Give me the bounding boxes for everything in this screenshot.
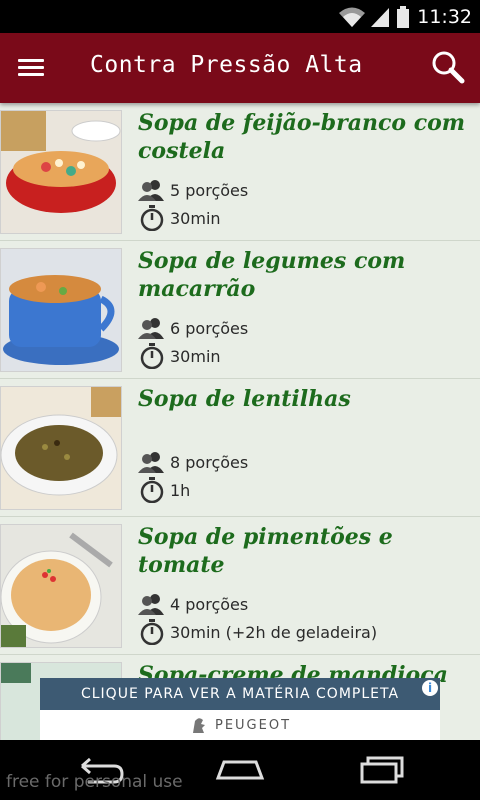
ad-info-icon[interactable]: i	[422, 680, 438, 696]
menu-icon-line	[18, 66, 44, 69]
status-bar: 11:32	[0, 0, 480, 33]
recipe-time: 30min (+2h de geladeira)	[138, 619, 377, 645]
recipe-item[interactable]: Sopa de lentilhas 8 porções 1h	[0, 379, 480, 517]
menu-icon-line	[18, 59, 44, 62]
ad-brand-text: PEUGEOT	[214, 717, 292, 733]
recipe-item[interactable]: Sopa de legumes com macarrão 6 porções 3…	[0, 241, 480, 379]
ad-headline: CLIQUE PARA VER A MATÉRIA COMPLETA	[40, 678, 440, 710]
recipe-photo	[0, 110, 122, 234]
home-button[interactable]	[210, 754, 270, 786]
time-text: 1h	[170, 480, 191, 500]
menu-icon-line	[18, 73, 44, 76]
recipe-title: Sopa de lentilhas	[138, 386, 351, 412]
stopwatch-icon	[138, 205, 166, 231]
menu-button[interactable]	[18, 55, 54, 83]
peugeot-lion-icon	[192, 718, 205, 733]
app-title: Contra Pressão Alta	[90, 52, 363, 78]
battery-icon	[397, 5, 410, 29]
recipe-item[interactable]: Sopa de pimentões e tomate 4 porções 30m…	[0, 517, 480, 655]
servings-text: 4 porções	[170, 594, 249, 614]
nav-bar	[0, 740, 480, 800]
people-icon	[138, 591, 166, 617]
time-text: 30min (+2h de geladeira)	[170, 622, 378, 642]
ad-banner[interactable]: CLIQUE PARA VER A MATÉRIA COMPLETA PEUGE…	[40, 678, 440, 740]
recipe-title: Sopa de legumes com macarrão	[138, 248, 406, 302]
servings-text: 5 porções	[170, 180, 249, 200]
time-text: 30min	[170, 346, 221, 366]
recipe-servings: 8 porções	[138, 449, 248, 475]
recipe-time: 1h	[138, 477, 190, 503]
back-icon	[81, 757, 124, 784]
recipe-time: 30min	[138, 205, 221, 231]
signal-icon	[369, 5, 391, 29]
recipe-photo	[0, 248, 122, 372]
stopwatch-icon	[138, 619, 166, 645]
ad-brand: PEUGEOT	[40, 710, 440, 740]
people-icon	[138, 449, 166, 475]
recipe-servings: 4 porções	[138, 591, 248, 617]
recipe-item[interactable]: Sopa de feijão-branco com costela 5 porç…	[0, 103, 480, 241]
home-icon	[215, 760, 265, 780]
recipe-photo	[0, 524, 122, 648]
wifi-icon	[337, 5, 367, 29]
recent-apps-button[interactable]	[352, 754, 412, 786]
recipe-servings: 6 porções	[138, 315, 248, 341]
stopwatch-icon	[138, 343, 166, 369]
back-button[interactable]	[68, 754, 128, 786]
recipe-title: Sopa de pimentões e tomate	[138, 524, 393, 578]
servings-text: 6 porções	[170, 318, 249, 338]
servings-text: 8 porções	[170, 452, 249, 472]
recipe-time: 30min	[138, 343, 221, 369]
people-icon	[138, 315, 166, 341]
recent-apps-icon	[360, 756, 404, 784]
search-button[interactable]	[430, 49, 466, 85]
status-icons: 11:32	[337, 0, 480, 33]
stopwatch-icon	[138, 477, 166, 503]
recipe-list: Sopa de feijão-branco com costela 5 porç…	[0, 103, 480, 740]
search-icon	[432, 51, 465, 84]
recipe-title: Sopa de feijão-branco com costela	[138, 110, 466, 164]
recipe-servings: 5 porções	[138, 177, 248, 203]
people-icon	[138, 177, 166, 203]
recipe-photo	[0, 386, 122, 510]
status-clock: 11:32	[417, 5, 472, 28]
time-text: 30min	[170, 208, 221, 228]
app-bar: Contra Pressão Alta	[0, 33, 480, 103]
